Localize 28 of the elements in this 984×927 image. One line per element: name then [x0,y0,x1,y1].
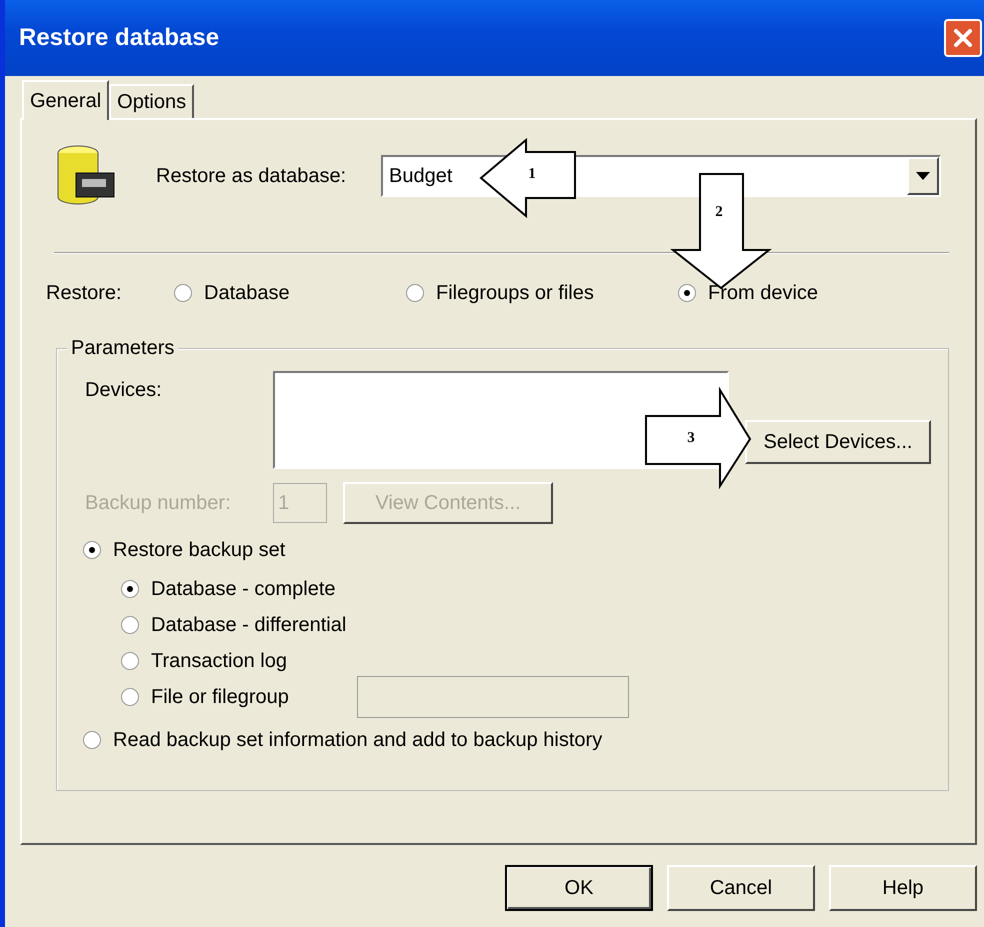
callout-tooltip: 3 [644,388,752,490]
radio-option[interactable]: Read backup set information and add to backup history [83,719,948,761]
dialog-button[interactable]: Cancel [667,865,815,911]
dialog-button[interactable]: OK [505,865,653,911]
callout-tooltip: 1 [479,138,577,220]
tab[interactable]: General [22,80,110,120]
backup-number-label: Backup number: [85,492,232,514]
radio-option[interactable]: Database - differential [121,614,357,636]
radio-option[interactable]: Database - complete [121,578,357,600]
radio-option[interactable]: Transaction log [121,650,357,672]
radio-option[interactable]: From device [678,282,818,304]
tab[interactable]: Options [109,84,194,118]
radio-option[interactable]: Restore backup set [83,529,948,571]
close-icon [952,27,974,49]
restore-label: Restore: [46,282,123,304]
caret-icon [916,172,930,180]
devices-label: Devices: [85,379,163,402]
radio-option[interactable]: Filegroups or files [406,282,678,304]
dropdown-button[interactable] [907,157,939,195]
dialog-button[interactable]: Help [829,865,977,911]
radio-option[interactable]: File or filegroup [121,686,357,708]
select-devices-button[interactable]: Select Devices... [745,420,931,464]
restore-as-label: Restore as database: [156,164,348,188]
database-icon [56,145,116,207]
window-title: Restore database [19,24,220,52]
radio-option[interactable]: Database [174,282,406,304]
filegroup-field[interactable] [357,676,629,718]
close-button[interactable] [944,19,982,57]
